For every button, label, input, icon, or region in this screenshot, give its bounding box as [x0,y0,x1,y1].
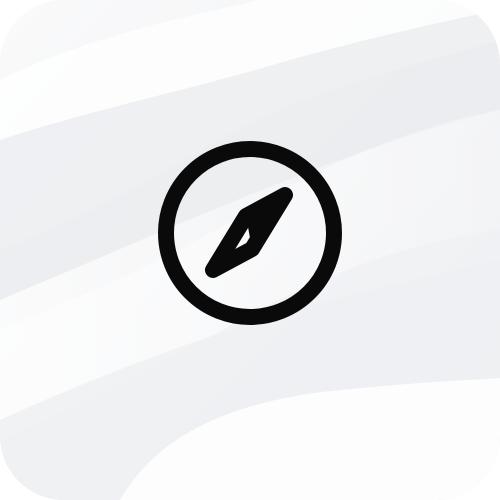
compass-icon [158,141,342,325]
app-icon-tile[interactable] [0,0,500,500]
compass-icon-container [156,139,344,327]
